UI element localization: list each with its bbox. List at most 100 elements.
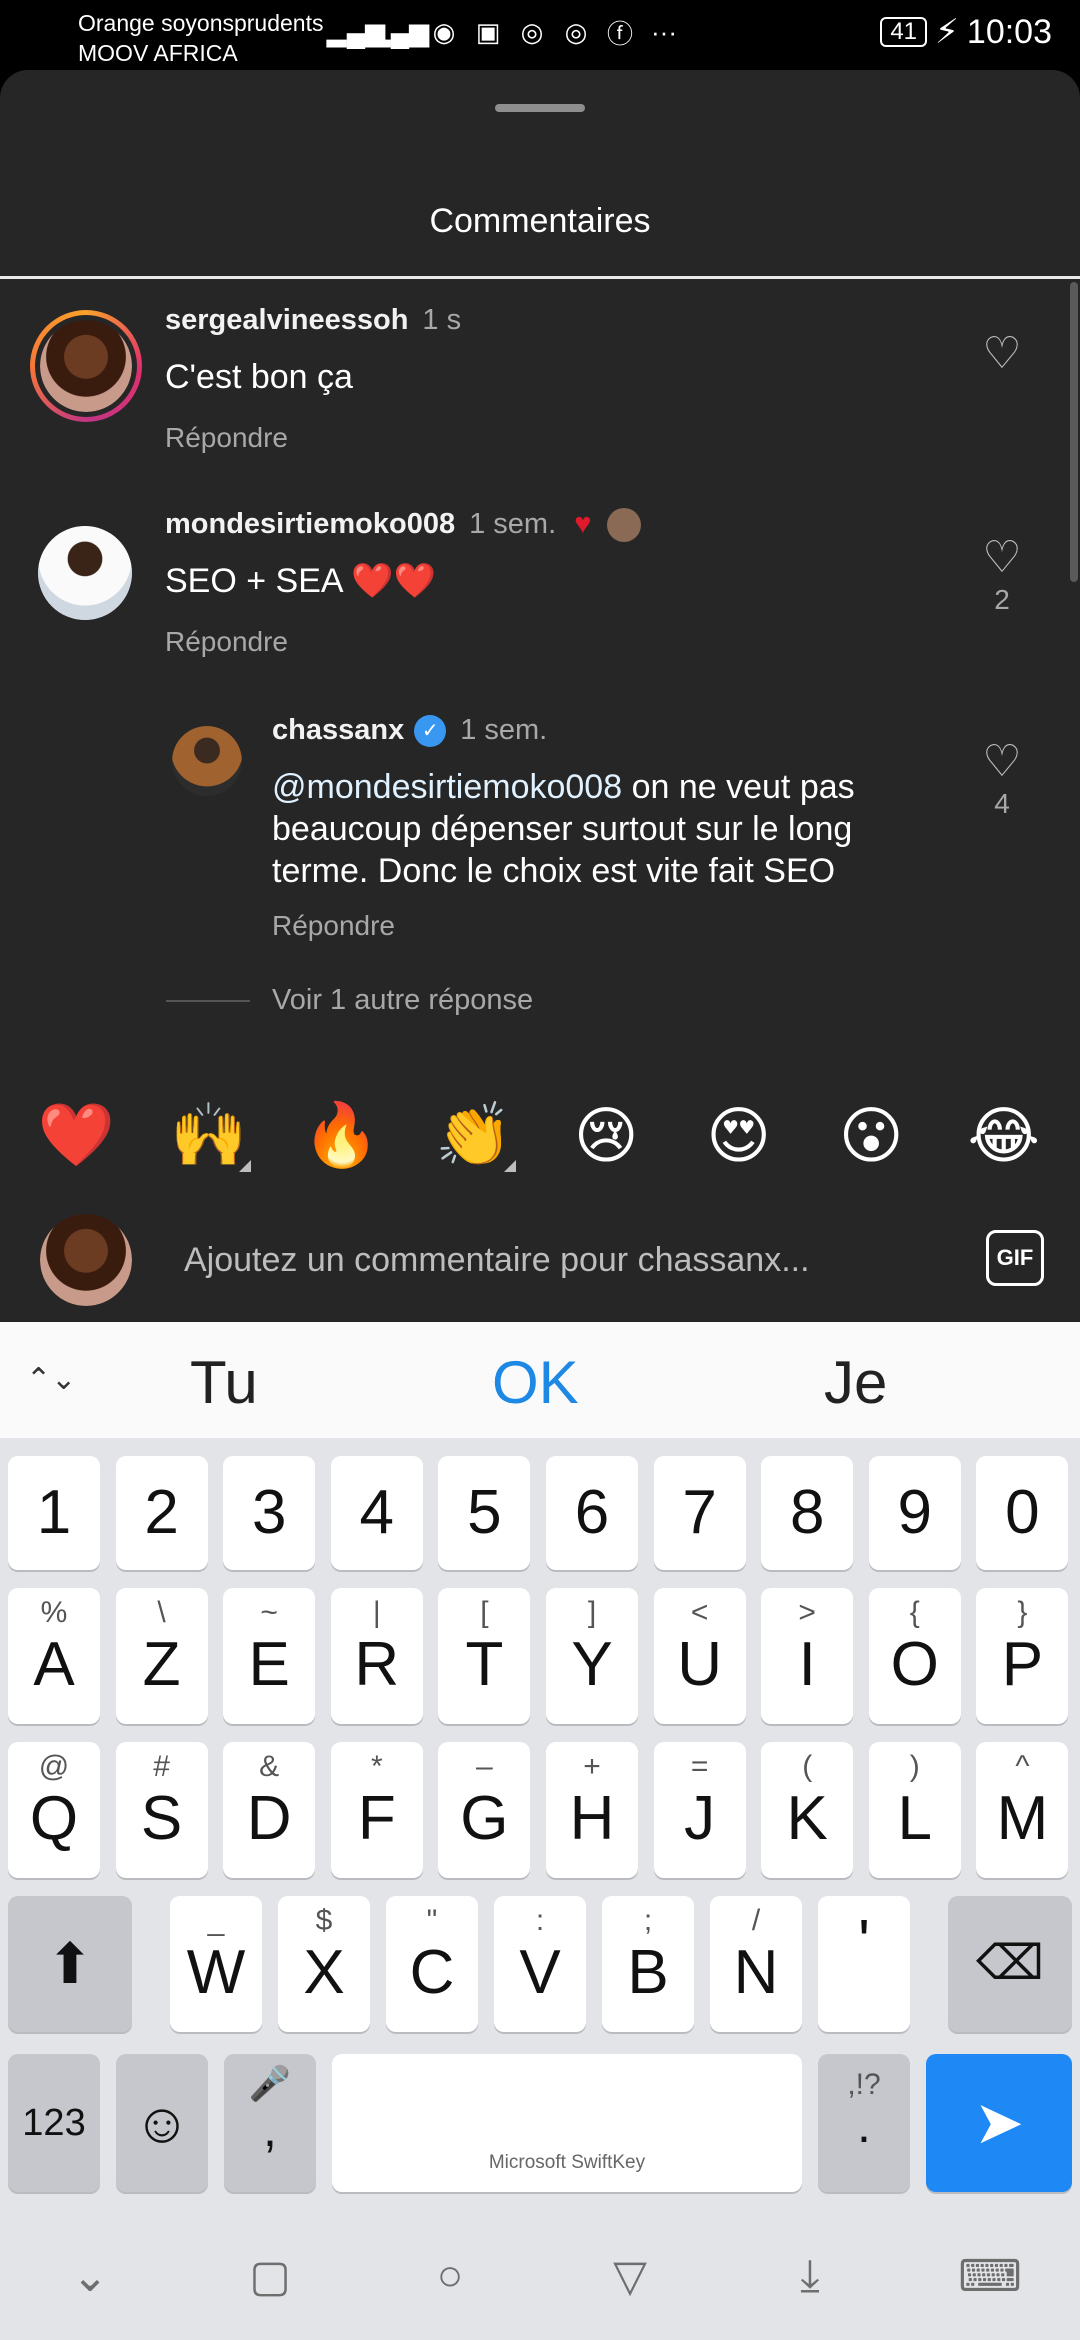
- key-K[interactable]: (K: [761, 1742, 854, 1878]
- emoji-heart-eyes[interactable]: 😍: [691, 1099, 787, 1172]
- message-icon: ▣: [475, 16, 501, 47]
- suggestion-right[interactable]: Je: [824, 1348, 887, 1417]
- reply-mention-link[interactable]: @mondesirtiemoko008: [272, 768, 622, 806]
- key-P[interactable]: } P: [976, 1588, 1069, 1724]
- comment-2-like-button[interactable]: ♡ 2: [972, 534, 1032, 616]
- key-D[interactable]: & D: [223, 1742, 316, 1878]
- key-E[interactable]: ~ E: [223, 1588, 316, 1724]
- key-6[interactable]: 6: [546, 1456, 638, 1570]
- key-1[interactable]: 1: [8, 1456, 100, 1570]
- period-key[interactable]: ,!?.: [818, 2054, 910, 2192]
- key-4[interactable]: 4: [330, 1456, 423, 1570]
- avatar[interactable]: [38, 526, 132, 620]
- key-7[interactable]: 7: [653, 1456, 746, 1570]
- key-G[interactable]: – G: [438, 1742, 531, 1878]
- key-label: 0: [1005, 1478, 1040, 1547]
- key-O[interactable]: {O: [868, 1588, 961, 1724]
- key-S[interactable]: # S: [115, 1742, 208, 1878]
- emoji-crying-glyph: 😢: [573, 1101, 639, 1171]
- emoji-key[interactable]: ☺: [116, 2054, 208, 2192]
- key-L[interactable]: ) L: [868, 1742, 961, 1878]
- key-3[interactable]: 3: [223, 1456, 316, 1570]
- key-T[interactable]: [T: [438, 1588, 531, 1724]
- gif-button[interactable]: GIF: [986, 1230, 1044, 1286]
- key-A[interactable]: % A: [8, 1588, 100, 1724]
- avatar-image: [38, 526, 132, 620]
- comment-1-username[interactable]: sergealvineessoh: [165, 304, 408, 336]
- skin-tone-indicator: [503, 1159, 516, 1172]
- key-2[interactable]: 2: [115, 1456, 208, 1570]
- status-right: 41 ⚡ 10:03: [880, 12, 1052, 52]
- reply-text: @mondesirtiemoko008 on ne veut pas beauc…: [272, 766, 952, 892]
- key-9[interactable]: 9: [868, 1456, 961, 1570]
- comma-key[interactable]: 🎤,: [224, 2054, 316, 2192]
- key-0[interactable]: 0: [976, 1456, 1069, 1570]
- key-Y[interactable]: ] Y: [546, 1588, 638, 1724]
- keyboard-switch-icon[interactable]: ⌨: [950, 2251, 1030, 2302]
- scrollbar[interactable]: [1070, 282, 1078, 582]
- emoji-clap[interactable]: 👏: [426, 1099, 522, 1172]
- swiftkey-brand: Microsoft SwiftKey: [488, 2152, 646, 2173]
- emoji-fire[interactable]: 🔥: [293, 1099, 389, 1172]
- key-H[interactable]: + H: [546, 1742, 638, 1878]
- key-I[interactable]: > I: [761, 1588, 854, 1724]
- key-F[interactable]: * F: [330, 1742, 423, 1878]
- key-Q[interactable]: @ Q: [8, 1742, 100, 1878]
- space-key[interactable]: Microsoft SwiftKey: [332, 2054, 802, 2192]
- key-label: P: [1001, 1630, 1044, 1699]
- numbers-key[interactable]: 123: [8, 2054, 100, 2192]
- avatar[interactable]: [172, 726, 242, 796]
- reply-like-count: 4: [994, 788, 1010, 819]
- key-'[interactable]: ': [818, 1896, 910, 2032]
- key-B[interactable]: ; B: [602, 1896, 694, 2032]
- reply-username[interactable]: chassanx: [272, 714, 404, 746]
- comment-1-reply-button[interactable]: Répondre: [165, 422, 288, 454]
- key-C[interactable]: " C: [386, 1896, 478, 2032]
- back-icon[interactable]: ▽: [590, 2251, 670, 2302]
- key-5[interactable]: 5: [438, 1456, 531, 1570]
- comment-2-reply-button[interactable]: Répondre: [165, 626, 288, 658]
- key-R[interactable]: | R: [330, 1588, 423, 1724]
- drag-handle[interactable]: [495, 104, 585, 112]
- avatar[interactable]: [40, 320, 132, 412]
- key-J[interactable]: = J: [653, 1742, 746, 1878]
- key-label: 123: [22, 2102, 86, 2144]
- comment-input[interactable]: [184, 1230, 944, 1290]
- emoji-surprised[interactable]: 😮: [823, 1099, 919, 1172]
- key-8[interactable]: 8: [761, 1456, 854, 1570]
- view-more-replies[interactable]: Voir 1 autre réponse: [166, 984, 533, 1017]
- key-N[interactable]: / N: [710, 1896, 802, 2032]
- suggestion-left[interactable]: Tu: [190, 1348, 258, 1417]
- my-avatar: [40, 1214, 132, 1306]
- comment-1-like-button[interactable]: ♡: [972, 330, 1032, 378]
- key-W[interactable]: _ W: [170, 1896, 262, 2032]
- emoji-laughing[interactable]: 😂: [956, 1099, 1052, 1172]
- suggestion-center[interactable]: OK: [492, 1348, 579, 1417]
- send-key[interactable]: ➤: [926, 2054, 1072, 2192]
- story-ring[interactable]: [30, 310, 142, 422]
- charging-icon: ⚡: [935, 13, 959, 51]
- comment-2-text: SEO + SEA ❤️❤️: [165, 562, 436, 600]
- emoji-raised-hands[interactable]: 🙌: [161, 1099, 257, 1172]
- key-M[interactable]: ^ M: [976, 1742, 1069, 1878]
- shift-key[interactable]: ⬆: [8, 1896, 132, 2032]
- comment-1-time: 1 s: [422, 304, 462, 336]
- comment-2-username[interactable]: mondesirtiemoko008: [165, 508, 455, 540]
- key-X[interactable]: $ X: [278, 1896, 370, 2032]
- notification-shade-icon[interactable]: ⤓: [770, 2251, 850, 2301]
- key-secondary: &: [259, 1750, 280, 1783]
- backspace-key[interactable]: ⌫: [948, 1896, 1072, 2032]
- emoji-crying[interactable]: 😢: [558, 1099, 654, 1172]
- system-nav-bar: ⌄ ▢ ○ ▽ ⤓ ⌨: [0, 2212, 1080, 2340]
- recents-icon[interactable]: ▢: [230, 2251, 310, 2302]
- key-V[interactable]: :V: [494, 1896, 586, 2032]
- reply-reply-button[interactable]: Répondre: [272, 910, 395, 942]
- hide-keyboard-icon[interactable]: ⌄: [50, 2251, 130, 2302]
- key-Z[interactable]: \ Z: [115, 1588, 208, 1724]
- reply-like-button[interactable]: ♡ 4: [972, 738, 1032, 820]
- author-avatar-mini: [607, 508, 642, 543]
- emoji-heart[interactable]: ❤️: [28, 1099, 124, 1172]
- home-icon[interactable]: ○: [410, 2251, 490, 2301]
- expand-toolbar-icon[interactable]: ⌃⌄: [26, 1362, 76, 1397]
- key-U[interactable]: < U: [653, 1588, 746, 1724]
